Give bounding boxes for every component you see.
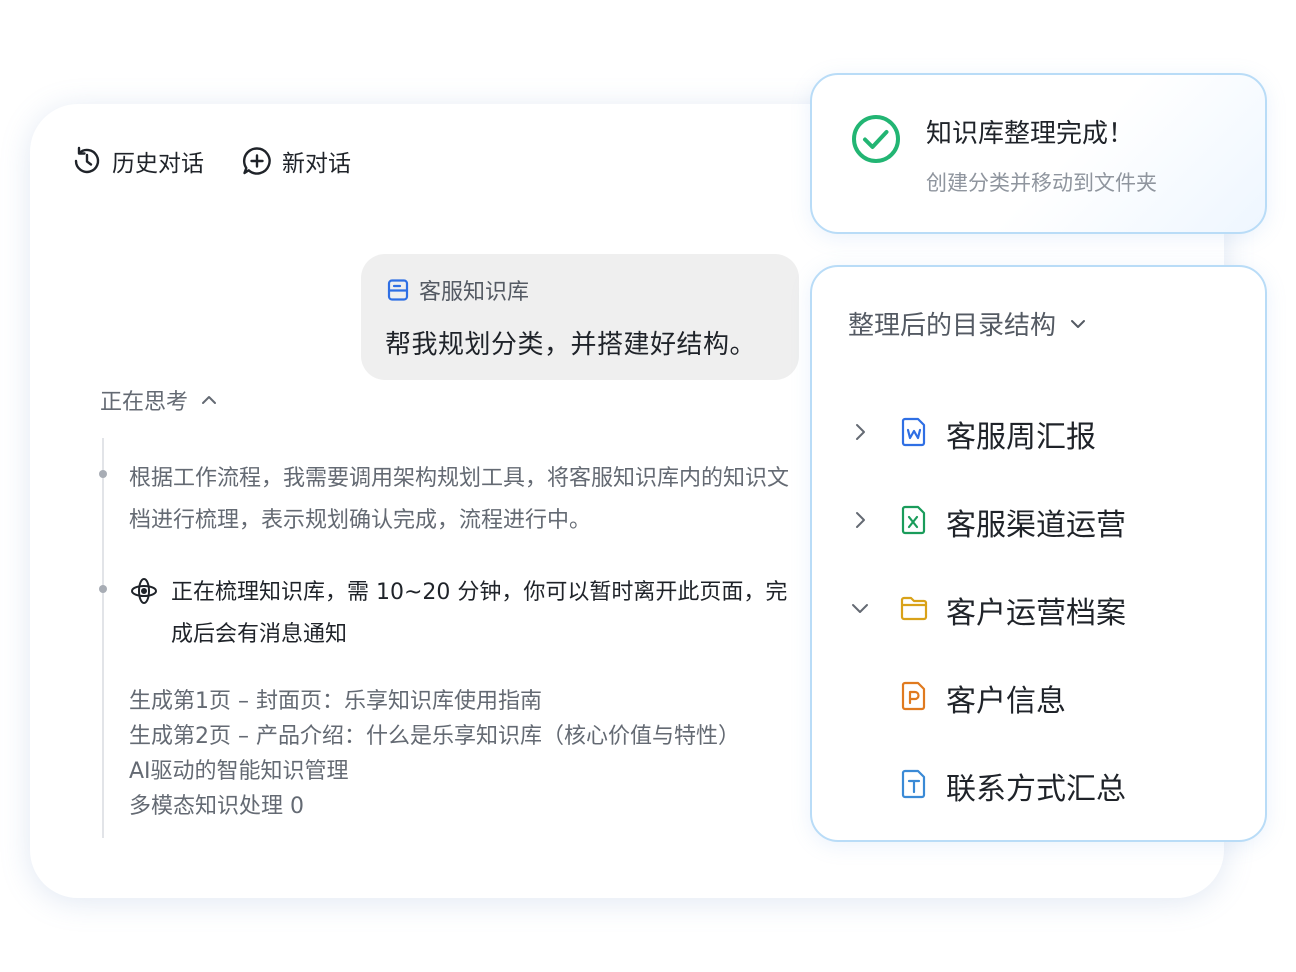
directory-title: 整理后的目录结构 [848, 311, 1057, 341]
directory-header[interactable]: 整理后的目录结构 [848, 305, 1090, 342]
chevron-up-icon [202, 396, 217, 404]
ppt-doc-icon [901, 681, 926, 711]
thinking-step-text: 根据工作流程，我需要调用架构规划工具，将客服知识库内的知识文档进行梳理，表示规划… [129, 466, 790, 533]
knowledge-base-icon [387, 279, 409, 301]
user-message-bubble: 客服知识库 帮我规划分类，并搭建好结构。 [361, 254, 799, 380]
chat-toolbar: 历史对话 新对话 [70, 144, 351, 178]
timeline-dot [99, 585, 107, 593]
text-doc-icon [901, 769, 926, 799]
progress-line: AI驱动的智能知识管理 [129, 759, 349, 784]
directory-item-label: 联系方式汇总 [946, 772, 1126, 807]
progress-line: 生成第2页 – 产品介绍：什么是乐享知识库（核心价值与特性） [129, 724, 740, 749]
user-message-text: 帮我规划分类，并搭建好结构。 [385, 330, 757, 360]
status-row: 正在梳理知识库，需 10~20 分钟，你可以暂时离开此页面，完成后会有消息通知 [129, 572, 809, 656]
history-label: 历史对话 [112, 151, 204, 177]
thinking-toggle[interactable]: 正在思考 [100, 384, 220, 416]
knowledge-base-label: 客服知识库 [419, 280, 530, 305]
directory-item-label: 客服渠道运营 [946, 508, 1126, 543]
timeline-dot [99, 470, 107, 478]
directory-item-label: 客户运营档案 [946, 596, 1126, 631]
success-title: 知识库整理完成！ [926, 119, 1135, 149]
thinking-label: 正在思考 [100, 390, 189, 415]
progress-list: 生成第1页 – 封面页：乐享知识库使用指南 生成第2页 – 产品介绍：什么是乐享… [129, 684, 829, 824]
word-doc-icon [901, 417, 926, 447]
folder-icon [900, 596, 928, 621]
chevron-down-icon[interactable] [848, 596, 872, 620]
directory-panel: 整理后的目录结构 客服周汇报 客服渠道运营 客户运营档案 客户信息 联系方式汇总 [810, 265, 1267, 842]
progress-line: 多模态知识处理 0 [129, 794, 304, 819]
new-chat-icon [242, 147, 271, 175]
progress-line: 生成第1页 – 封面页：乐享知识库使用指南 [129, 689, 542, 714]
directory-item-label: 客服周汇报 [946, 420, 1096, 455]
atom-icon [131, 578, 157, 604]
excel-doc-icon [901, 505, 926, 535]
success-notification: 知识库整理完成！ 创建分类并移动到文件夹 [810, 73, 1267, 234]
history-button[interactable]: 历史对话 [70, 144, 204, 178]
timeline-line [102, 438, 104, 838]
chevron-right-icon[interactable] [848, 420, 872, 444]
directory-item-label: 客户信息 [946, 684, 1066, 719]
new-chat-button[interactable]: 新对话 [240, 144, 351, 178]
status-text: 正在梳理知识库，需 10~20 分钟，你可以暂时离开此页面，完成后会有消息通知 [171, 580, 788, 647]
success-subtitle: 创建分类并移动到文件夹 [926, 171, 1157, 195]
knowledge-base-tag[interactable]: 客服知识库 [385, 274, 799, 306]
check-circle-icon [852, 115, 900, 163]
chevron-down-icon [1071, 319, 1086, 328]
stage: 历史对话 新对话 客服知识库 帮我规划分类，并搭建好结构。 正在思考 根据工作流… [0, 0, 1296, 972]
new-chat-label: 新对话 [282, 151, 351, 177]
history-icon [74, 146, 100, 174]
chevron-right-icon[interactable] [848, 508, 872, 532]
